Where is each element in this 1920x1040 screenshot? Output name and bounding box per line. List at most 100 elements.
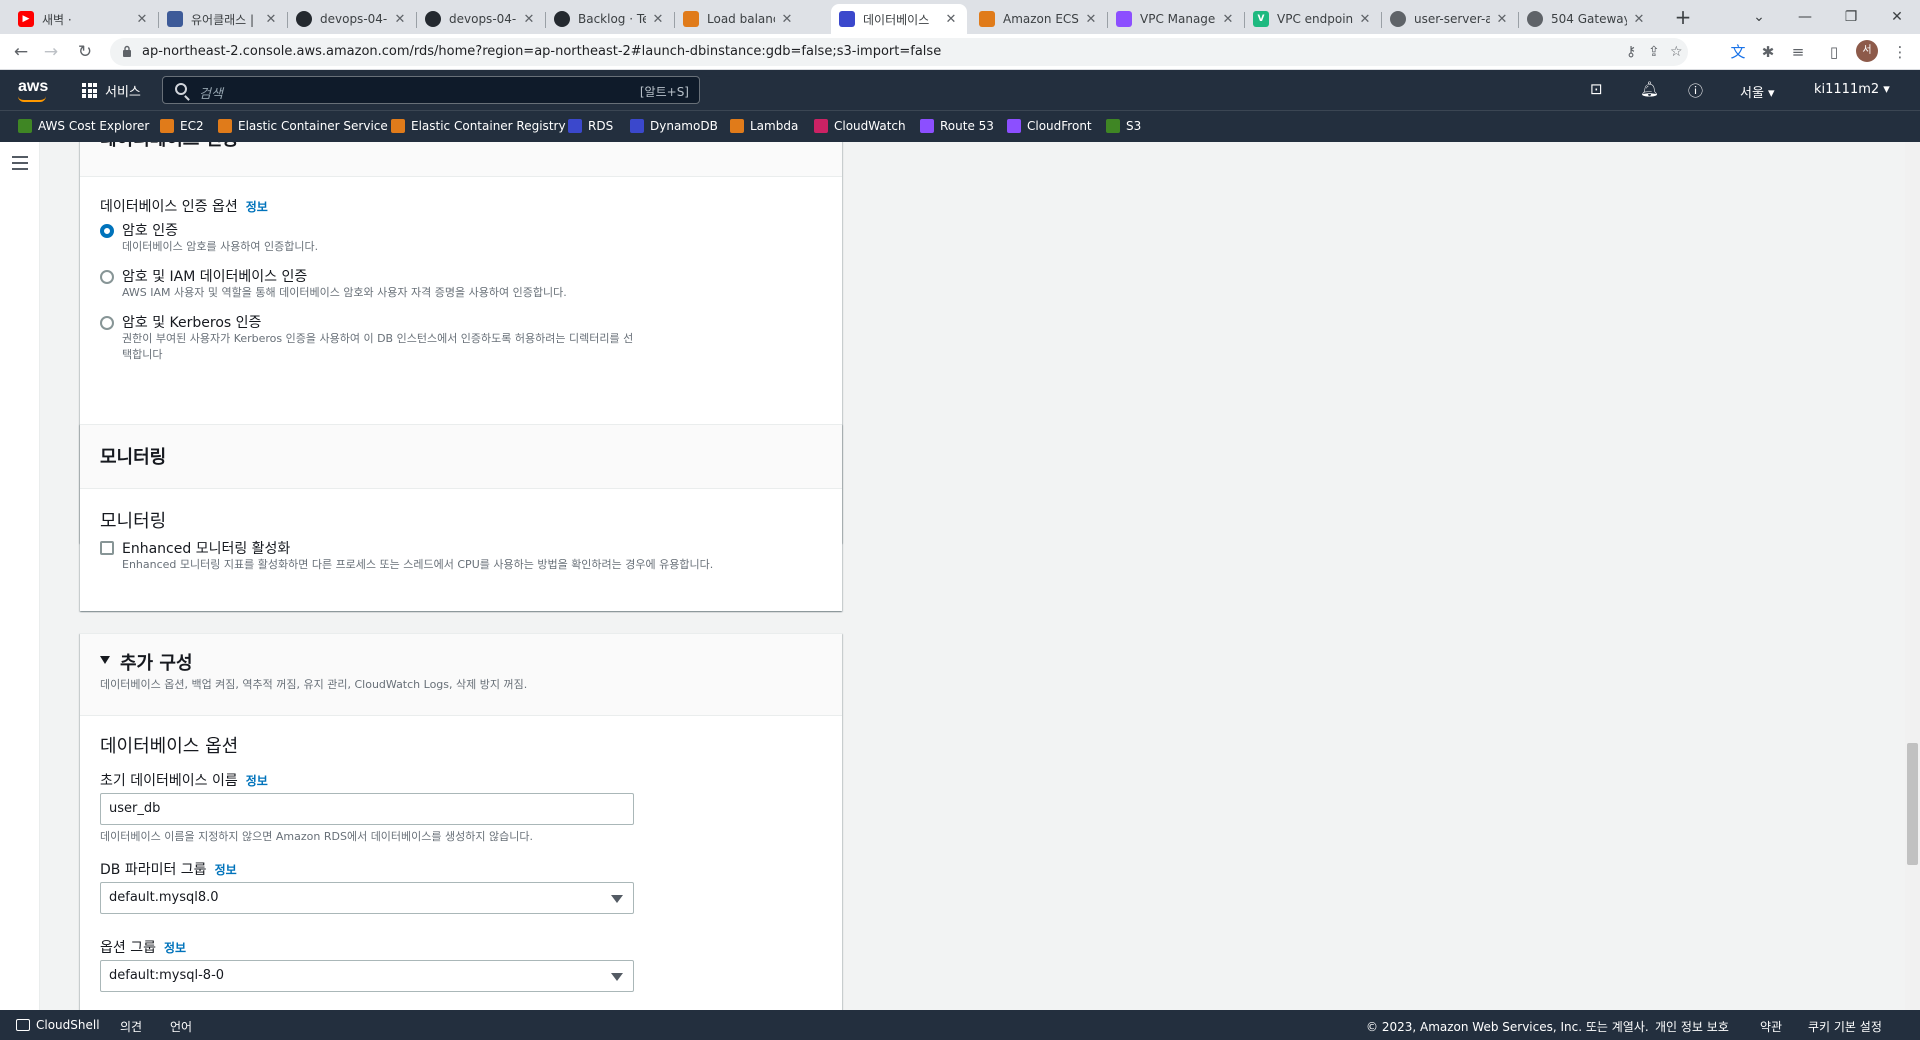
favorite-cloudfront[interactable]: CloudFront bbox=[1007, 119, 1092, 133]
radio-password-auth[interactable] bbox=[100, 224, 114, 238]
services-label: 서비스 bbox=[105, 85, 141, 100]
browser-tab[interactable]: devops-04-Fi ✕ bbox=[417, 4, 545, 34]
account-menu[interactable]: ki1111m2 ▾ bbox=[1814, 82, 1890, 97]
cloudshell-icon[interactable]: ⊡ bbox=[1590, 80, 1603, 98]
key-icon[interactable]: ⚷ bbox=[1626, 44, 1636, 60]
tab-title: VPC Manage bbox=[1140, 12, 1216, 26]
reload-icon[interactable]: ↻ bbox=[72, 39, 98, 65]
bookmark-star-icon[interactable]: ☆ bbox=[1670, 44, 1683, 60]
notifications-bell-icon[interactable]: 🔔︎ bbox=[1640, 80, 1659, 98]
help-icon[interactable]: ⓘ bbox=[1688, 80, 1703, 101]
browser-tab[interactable]: V VPC endpoin ✕ bbox=[1245, 4, 1381, 34]
tab-close-icon[interactable]: ✕ bbox=[392, 12, 408, 27]
site-favicon-icon bbox=[167, 11, 183, 27]
aws-logo[interactable]: aws bbox=[18, 78, 49, 102]
feedback-link[interactable]: 의견 bbox=[120, 1018, 142, 1035]
side-panel-icon[interactable]: ▯ bbox=[1824, 42, 1844, 62]
browser-toolbar: ← → ↻ ap-northeast-2.console.aws.amazon.… bbox=[0, 34, 1920, 70]
initial-db-name-input[interactable]: user_db bbox=[100, 793, 634, 825]
tab-title: 유어클래스 | bbox=[191, 12, 255, 27]
browser-tab[interactable]: 유어클래스 | ✕ bbox=[159, 4, 287, 34]
browser-tab[interactable]: Load balance ✕ bbox=[675, 4, 803, 34]
browser-tab[interactable]: devops-04-Fi ✕ bbox=[288, 4, 416, 34]
cookie-preferences-link[interactable]: 쿠키 기본 설정 bbox=[1808, 1018, 1882, 1035]
dynamodb-icon bbox=[630, 119, 644, 133]
tab-close-icon[interactable]: ✕ bbox=[1631, 12, 1647, 27]
favorite-route53[interactable]: Route 53 bbox=[920, 119, 994, 133]
info-link[interactable]: 정보 bbox=[164, 941, 186, 955]
privacy-link[interactable]: 개인 정보 보호 bbox=[1655, 1018, 1729, 1035]
minimize-icon[interactable]: — bbox=[1782, 4, 1828, 30]
scrollbar-thumb[interactable] bbox=[1907, 743, 1918, 865]
favorite-ec2[interactable]: EC2 bbox=[160, 119, 204, 133]
browser-tab[interactable]: ▶ 새벽 · ✕ bbox=[10, 4, 158, 34]
tab-close-icon[interactable]: ✕ bbox=[943, 12, 959, 27]
console-search-input[interactable]: 검색 [알트+S] bbox=[162, 76, 700, 104]
extensions-puzzle-icon[interactable]: ✱ bbox=[1758, 42, 1778, 62]
favorite-ecr[interactable]: Elastic Container Registry bbox=[391, 119, 566, 133]
tab-close-icon[interactable]: ✕ bbox=[1494, 12, 1510, 27]
aws-logo-text: aws bbox=[18, 78, 49, 95]
panel-header: 모니터링 bbox=[80, 425, 842, 489]
favorite-lambda[interactable]: Lambda bbox=[730, 119, 798, 133]
terms-link[interactable]: 약관 bbox=[1760, 1018, 1782, 1035]
profile-avatar[interactable]: 서 bbox=[1856, 40, 1878, 62]
region-selector[interactable]: 서울 ▾ bbox=[1740, 82, 1775, 101]
tab-close-icon[interactable]: ✕ bbox=[1083, 12, 1099, 27]
close-window-icon[interactable]: ✕ bbox=[1874, 4, 1920, 30]
tab-close-icon[interactable]: ✕ bbox=[650, 12, 666, 27]
tab-close-icon[interactable]: ✕ bbox=[263, 12, 279, 27]
cloudshell-footer-button[interactable]: CloudShell bbox=[16, 1018, 100, 1032]
cloudshell-label: CloudShell bbox=[36, 1018, 100, 1032]
db-parameter-group-select[interactable]: default.mysql8.0 bbox=[100, 882, 634, 914]
enhanced-monitoring-checkbox[interactable] bbox=[100, 541, 114, 555]
panel-header[interactable]: 추가 구성 데이터베이스 옵션, 백업 켜짐, 역추적 꺼짐, 유지 관리, C… bbox=[80, 634, 842, 716]
option-description: 데이터베이스 암호를 사용하여 인증합니다. bbox=[122, 240, 319, 253]
favorite-cloudwatch[interactable]: CloudWatch bbox=[814, 119, 906, 133]
info-link[interactable]: 정보 bbox=[215, 863, 237, 877]
address-bar[interactable]: ap-northeast-2.console.aws.amazon.com/rd… bbox=[110, 38, 1688, 66]
tab-close-icon[interactable]: ✕ bbox=[1220, 12, 1236, 27]
auth-options-label-text: 데이터베이스 인증 옵션 bbox=[100, 199, 238, 215]
tab-close-icon[interactable]: ✕ bbox=[779, 12, 795, 27]
chrome-menu-icon[interactable]: ⋮ bbox=[1890, 42, 1910, 62]
checkbox-label: Enhanced 모니터링 활성화 bbox=[122, 541, 291, 557]
url-text: ap-northeast-2.console.aws.amazon.com/rd… bbox=[142, 44, 942, 59]
option-group-select[interactable]: default:mysql-8-0 bbox=[100, 960, 634, 992]
browser-tab[interactable]: 504 Gateway ✕ bbox=[1519, 4, 1655, 34]
share-icon[interactable]: ⇪ bbox=[1648, 44, 1660, 60]
browser-tab[interactable]: VPC Manage ✕ bbox=[1108, 4, 1244, 34]
back-arrow-icon[interactable]: ← bbox=[8, 39, 34, 65]
radio-password-kerberos-auth[interactable] bbox=[100, 316, 114, 330]
search-icon bbox=[175, 83, 187, 95]
tab-close-icon[interactable]: ✕ bbox=[521, 12, 537, 27]
favorite-rds[interactable]: RDS bbox=[568, 119, 613, 133]
favorite-s3[interactable]: S3 bbox=[1106, 119, 1141, 133]
favorite-dynamodb[interactable]: DynamoDB bbox=[630, 119, 718, 133]
services-menu-button[interactable]: 서비스 bbox=[82, 81, 141, 100]
option-description: 권한이 부여된 사용자가 Kerberos 인증을 사용하여 이 DB 인스턴스… bbox=[122, 332, 634, 361]
browser-tab[interactable]: Backlog · Tea ✕ bbox=[546, 4, 674, 34]
checkbox-description: Enhanced 모니터링 지표를 활성화하면 다른 프로세스 또는 스레드에서… bbox=[122, 558, 714, 571]
favorite-cost-explorer[interactable]: AWS Cost Explorer bbox=[18, 119, 149, 133]
tab-close-icon[interactable]: ✕ bbox=[134, 12, 150, 27]
select-value: default:mysql-8-0 bbox=[109, 968, 225, 983]
tab-close-icon[interactable]: ✕ bbox=[1357, 12, 1373, 27]
language-link[interactable]: 언어 bbox=[170, 1018, 192, 1035]
media-queue-icon[interactable]: ≡ bbox=[1788, 42, 1808, 62]
favorite-label: CloudFront bbox=[1027, 119, 1092, 133]
forward-arrow-icon[interactable]: → bbox=[38, 39, 64, 65]
radio-password-iam-auth[interactable] bbox=[100, 270, 114, 284]
browser-tab-active[interactable]: 데이터베이스 ✕ bbox=[831, 4, 967, 34]
restore-window-icon[interactable]: ❐ bbox=[1828, 4, 1874, 30]
new-tab-button[interactable]: + bbox=[1660, 4, 1706, 30]
browser-tab[interactable]: Amazon ECS ✕ bbox=[971, 4, 1107, 34]
hamburger-menu-icon[interactable] bbox=[12, 156, 28, 170]
page-scrollbar[interactable] bbox=[1905, 142, 1920, 1010]
browser-tab[interactable]: user-server-a ✕ bbox=[1382, 4, 1518, 34]
info-link[interactable]: 정보 bbox=[246, 200, 268, 214]
tab-search-icon[interactable]: ⌄ bbox=[1736, 4, 1782, 30]
info-link[interactable]: 정보 bbox=[246, 774, 268, 788]
translate-icon[interactable]: 文 bbox=[1728, 42, 1748, 62]
favorite-ecs[interactable]: Elastic Container Service bbox=[218, 119, 388, 133]
